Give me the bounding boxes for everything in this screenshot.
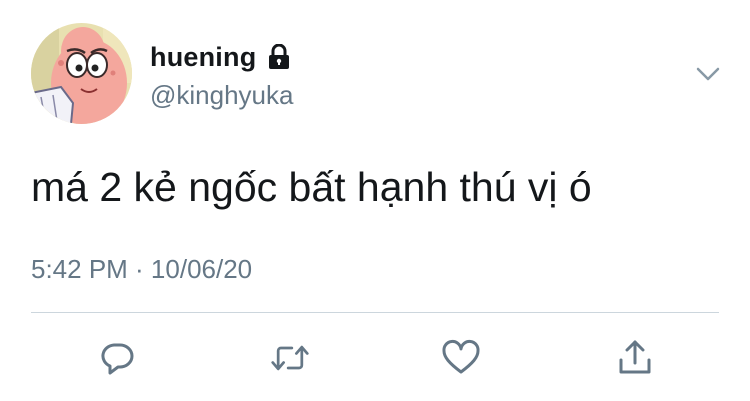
tweet-text: má 2 kẻ ngốc bất hạnh thú vị ó [31,164,592,210]
share-icon [619,340,651,374]
tweet-timestamp[interactable]: 5:42 PM · 10/06/20 [31,254,252,285]
retweet-button[interactable] [270,338,310,378]
divider [31,312,719,313]
patrick-star-avatar-image [31,23,132,124]
avatar[interactable] [31,23,132,124]
share-button[interactable] [615,338,655,378]
chevron-down-icon[interactable] [694,64,722,84]
tweet-card: huening @kinghyuka má 2 kẻ ngốc bất hạnh… [0,0,750,401]
lock-icon [268,43,290,70]
reply-button[interactable] [97,338,137,378]
heart-icon [442,340,480,374]
reply-icon [101,343,134,375]
display-name[interactable]: huening [150,42,256,73]
like-button[interactable] [441,338,481,378]
retweet-icon [271,345,309,371]
user-name-row: huening [150,40,290,74]
user-handle[interactable]: @kinghyuka [150,80,293,111]
